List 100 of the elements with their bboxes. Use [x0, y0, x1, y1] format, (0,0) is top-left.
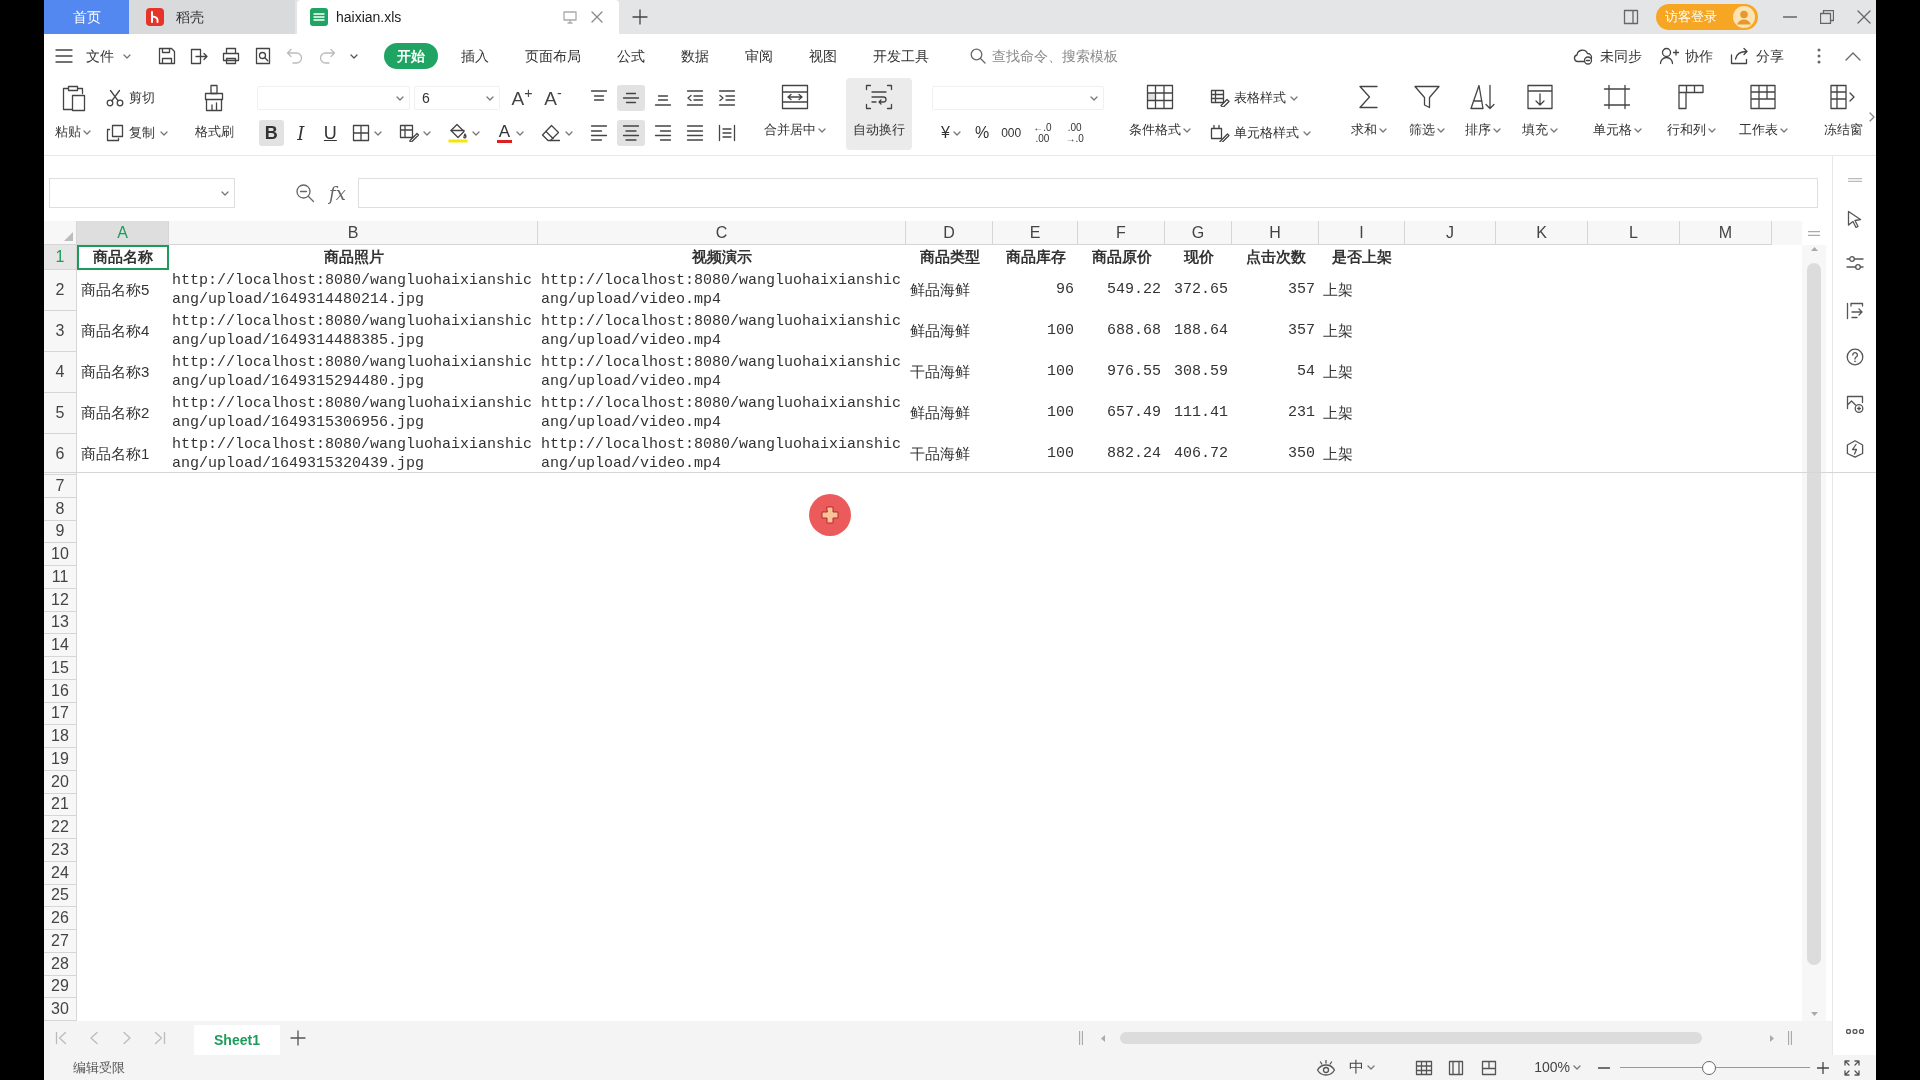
formula-input[interactable] [357, 178, 1818, 208]
input-method-button[interactable]: 中 [1349, 1056, 1376, 1079]
currency-button[interactable]: ¥ [939, 120, 963, 146]
row-header[interactable]: 9 [44, 520, 77, 544]
lightning-icon[interactable] [1845, 440, 1864, 458]
format-painter-button[interactable]: 格式刷 [192, 78, 236, 150]
merge-center-button[interactable]: 合并居中 [759, 78, 831, 150]
fill-button[interactable]: 填充 [1514, 78, 1566, 150]
worksheet-button[interactable]: 工作表 [1732, 78, 1794, 150]
tab[interactable]: haixian.xls [297, 0, 619, 34]
close-icon[interactable] [591, 11, 603, 23]
paste-button[interactable]: 粘贴 [52, 78, 94, 150]
row-header[interactable]: 17 [44, 702, 77, 726]
ribbon-tab[interactable]: 页面布局 [512, 43, 594, 69]
drag-handle-icon[interactable] [1847, 178, 1862, 182]
column-header[interactable]: F [1078, 221, 1165, 245]
plus-icon[interactable] [1817, 1061, 1829, 1074]
freeze-panes-button[interactable]: 冻结窗 [1819, 78, 1867, 150]
plus-icon[interactable] [632, 9, 648, 25]
ribbon-tab[interactable]: 公式 [604, 43, 658, 69]
picture-plus-icon[interactable] [1845, 395, 1864, 413]
filter-button[interactable]: 筛选 [1401, 78, 1453, 150]
wrap-text-button[interactable]: 自动换行 [846, 78, 912, 150]
chevron-up-icon[interactable] [1845, 51, 1861, 61]
underline-button[interactable]: U [318, 120, 343, 146]
page-break-view-icon[interactable] [1481, 1059, 1498, 1076]
row-header[interactable]: 10 [44, 543, 77, 566]
column-header[interactable]: M [1680, 221, 1772, 245]
restore-icon[interactable] [1820, 10, 1834, 24]
search-field[interactable]: 查找命令、搜索模板 [970, 42, 1160, 70]
normal-view-icon[interactable] [1415, 1059, 1434, 1076]
sort-button[interactable]: 排序 [1457, 78, 1509, 150]
collaborate-button[interactable]: 协作 [1659, 45, 1713, 67]
scrollbar-thumb[interactable] [1120, 1032, 1702, 1044]
more-icon[interactable] [1845, 1029, 1864, 1034]
tab[interactable]: 稻壳 [129, 0, 295, 34]
pointer-icon[interactable] [1846, 210, 1863, 228]
column-header[interactable]: L [1588, 221, 1680, 245]
minus-icon[interactable] [1598, 1066, 1610, 1069]
row-header[interactable]: 22 [44, 816, 77, 839]
row-header[interactable]: 16 [44, 679, 77, 703]
row-header[interactable]: 29 [44, 975, 77, 999]
conditional-format-button[interactable]: 条件格式 [1124, 78, 1196, 150]
number-format-field[interactable] [932, 86, 1104, 110]
print-icon[interactable] [222, 47, 240, 65]
table-style-button[interactable]: 表格样式 [1210, 86, 1322, 110]
cut-button[interactable]: 剪切 [106, 86, 178, 110]
plus-icon[interactable] [290, 1030, 306, 1046]
row-header[interactable]: 20 [44, 770, 77, 794]
indent-increase-icon[interactable] [718, 89, 736, 107]
row-header[interactable]: 7 [44, 475, 77, 498]
row-header[interactable]: 24 [44, 861, 77, 885]
sheet-tab[interactable]: Sheet1 [194, 1025, 280, 1055]
row-header[interactable]: 30 [44, 998, 77, 1021]
grow-font-button[interactable]: A$^{+}$ [509, 85, 535, 111]
indent-decrease-icon[interactable] [686, 89, 704, 107]
sliders-icon[interactable] [1845, 255, 1864, 271]
file-menu-button[interactable]: 文件 [86, 45, 131, 67]
column-header[interactable]: G [1165, 221, 1232, 245]
percent-button[interactable]: % [972, 120, 992, 146]
ribbon-tab[interactable]: 开发工具 [860, 43, 942, 69]
zoom-level-button[interactable]: 100% [1534, 1057, 1581, 1078]
export-icon[interactable] [190, 47, 208, 65]
insert-function-button[interactable]: fx [329, 178, 346, 208]
row-header[interactable]: 13 [44, 611, 77, 635]
eye-icon[interactable] [1316, 1059, 1337, 1076]
print-preview-icon[interactable] [254, 47, 272, 65]
more-icon[interactable] [1817, 48, 1821, 64]
menu-icon[interactable] [55, 49, 73, 63]
caret-icon[interactable] [350, 53, 358, 59]
row-header[interactable]: 28 [44, 952, 77, 976]
thousands-separator-button[interactable]: 000 [999, 120, 1024, 146]
row-header[interactable]: 25 [44, 884, 77, 908]
font-size-field[interactable]: 6 [414, 86, 500, 110]
row-header[interactable]: 14 [44, 634, 77, 657]
split-handle-icon[interactable] [1808, 230, 1820, 236]
sum-button[interactable]: 求和 [1343, 78, 1395, 150]
page-layout-view-icon[interactable] [1448, 1059, 1465, 1076]
sidebar-toggle-icon[interactable] [1623, 9, 1639, 25]
font-color-button[interactable]: A [492, 120, 528, 146]
row-header[interactable]: 8 [44, 497, 77, 521]
align-center-button[interactable] [617, 120, 645, 146]
ribbon-tab[interactable]: 数据 [668, 43, 722, 69]
save-icon[interactable] [158, 47, 176, 65]
zoom-out-icon[interactable] [295, 183, 315, 203]
row-header[interactable]: 23 [44, 839, 77, 862]
row-header[interactable]: 11 [44, 566, 77, 589]
row-header[interactable]: 18 [44, 725, 77, 748]
scrollbar-thumb[interactable] [1807, 263, 1821, 965]
share-button[interactable]: 分享 [1730, 45, 1784, 67]
column-header[interactable]: E [993, 221, 1078, 245]
column-header[interactable]: J [1405, 221, 1496, 245]
row-column-button[interactable]: 行和列 [1660, 78, 1722, 150]
column-header[interactable]: I [1319, 221, 1405, 245]
row-header[interactable]: 3 [44, 311, 77, 352]
cell-style-button[interactable]: 单元格样式 [1210, 121, 1322, 145]
split-handle-icon[interactable] [1079, 1031, 1083, 1045]
row-header[interactable]: 27 [44, 930, 77, 953]
row-header[interactable]: 4 [44, 352, 77, 393]
shrink-font-button[interactable]: A$^{-}$ [540, 85, 566, 111]
